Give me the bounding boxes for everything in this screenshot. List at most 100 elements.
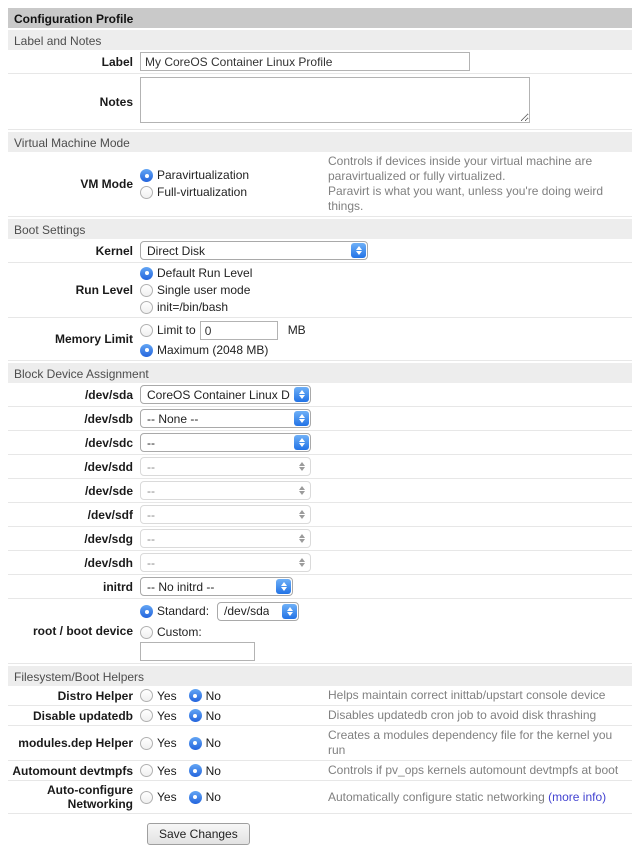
section-label-and-notes: Label and Notes [8, 30, 632, 50]
vm-mode-help-line1: Controls if devices inside your virtual … [328, 154, 632, 184]
sdb-select[interactable]: -- None -- [140, 409, 311, 428]
select-stepper-icon [294, 387, 309, 402]
radio-modules-dep-no[interactable] [189, 737, 202, 750]
initrd-select[interactable]: -- No initrd -- [140, 577, 293, 596]
device-row-sdg: /dev/sdg -- [8, 527, 632, 551]
disable-updatedb-help: Disables updatedb cron job to avoid disk… [328, 708, 632, 723]
run-level-option-single-user[interactable]: Single user mode [140, 282, 632, 298]
sdh-select[interactable]: -- [140, 553, 311, 572]
radio-automount-yes[interactable] [140, 764, 153, 777]
select-stepper-icon [294, 507, 309, 522]
root-boot-device-label: root / boot device [8, 624, 140, 638]
yes-label: Yes [157, 790, 177, 804]
device-label: /dev/sdc [8, 436, 140, 450]
disable-updatedb-row: Disable updatedb Yes No Disables updated… [8, 706, 632, 726]
radio-standard[interactable] [140, 605, 153, 618]
memory-limit-option-maximum[interactable]: Maximum (2048 MB) [140, 342, 632, 358]
kernel-row: Kernel Direct Disk [8, 239, 632, 263]
radio-distro-helper-yes[interactable] [140, 689, 153, 702]
section-boot-settings: Boot Settings [8, 219, 632, 239]
device-row-sdb: /dev/sdb -- None -- [8, 407, 632, 431]
save-changes-button[interactable]: Save Changes [147, 823, 250, 845]
sdg-select[interactable]: -- [140, 529, 311, 548]
run-level-option-label: Default Run Level [157, 266, 252, 281]
distro-helper-label: Distro Helper [8, 689, 140, 703]
radio-init-bin-bash[interactable] [140, 301, 153, 314]
vm-mode-option-full-virtualization[interactable]: Full-virtualization [140, 185, 328, 201]
distro-helper-help: Helps maintain correct inittab/upstart c… [328, 688, 632, 703]
device-label: /dev/sdd [8, 460, 140, 474]
root-option-standard[interactable]: Standard: /dev/sda [140, 601, 632, 622]
radio-default-run-level[interactable] [140, 267, 153, 280]
radio-custom[interactable] [140, 626, 153, 639]
automount-devtmpfs-row: Automount devtmpfs Yes No Controls if pv… [8, 761, 632, 781]
radio-auto-configure-no[interactable] [189, 791, 202, 804]
run-level-option-default[interactable]: Default Run Level [140, 265, 632, 281]
kernel-label: Kernel [8, 244, 140, 258]
configuration-profile-form: Configuration Profile Label and Notes La… [8, 8, 632, 854]
memory-limit-row: Memory Limit Limit to MB Maximum (2048 M… [8, 318, 632, 361]
vm-mode-help-line2: Paravirt is what you want, unless you're… [328, 184, 632, 214]
radio-disable-updatedb-no[interactable] [189, 709, 202, 722]
memory-limit-label: Memory Limit [8, 332, 140, 346]
device-row-sdf: /dev/sdf -- [8, 503, 632, 527]
sdc-select-value: -- [147, 436, 155, 450]
sdf-select-value: -- [147, 508, 155, 522]
standard-device-select[interactable]: /dev/sda [217, 602, 299, 621]
device-label: /dev/sdf [8, 508, 140, 522]
modules-dep-helper-help: Creates a modules dependency file for th… [328, 728, 632, 758]
device-row-sde: /dev/sde -- [8, 479, 632, 503]
radio-maximum[interactable] [140, 344, 153, 357]
radio-paravirtualization[interactable] [140, 169, 153, 182]
select-stepper-icon [294, 459, 309, 474]
sde-select[interactable]: -- [140, 481, 311, 500]
initrd-select-value: -- No initrd -- [147, 580, 214, 594]
kernel-select[interactable]: Direct Disk [140, 241, 368, 260]
radio-auto-configure-yes[interactable] [140, 791, 153, 804]
sda-select[interactable]: CoreOS Container Linux Disk [140, 385, 311, 404]
root-option-custom[interactable]: Custom: [140, 624, 632, 640]
sdc-select[interactable]: -- [140, 433, 311, 452]
label-input[interactable] [140, 52, 470, 71]
run-level-option-init-bash[interactable]: init=/bin/bash [140, 299, 632, 315]
sdd-select[interactable]: -- [140, 457, 311, 476]
yes-label: Yes [157, 736, 177, 750]
disable-updatedb-label: Disable updatedb [8, 709, 140, 723]
radio-disable-updatedb-yes[interactable] [140, 709, 153, 722]
save-row: Save Changes [8, 814, 632, 854]
device-row-sdh: /dev/sdh -- [8, 551, 632, 575]
section-block-device-assignment: Block Device Assignment [8, 363, 632, 383]
notes-field-label: Notes [8, 95, 140, 109]
section-filesystem-boot-helpers: Filesystem/Boot Helpers [8, 666, 632, 686]
custom-root-input[interactable] [140, 642, 255, 661]
distro-helper-row: Distro Helper Yes No Helps maintain corr… [8, 686, 632, 706]
radio-modules-dep-yes[interactable] [140, 737, 153, 750]
notes-textarea[interactable] [140, 77, 530, 123]
radio-distro-helper-no[interactable] [189, 689, 202, 702]
automount-devtmpfs-help: Controls if pv_ops kernels automount dev… [328, 763, 632, 778]
device-label: /dev/sda [8, 388, 140, 402]
radio-single-user-mode[interactable] [140, 284, 153, 297]
radio-limit-to[interactable] [140, 324, 153, 337]
standard-label: Standard: [157, 604, 209, 619]
memory-limit-option-limit[interactable]: Limit to MB [140, 320, 632, 341]
vm-mode-option-paravirtualization[interactable]: Paravirtualization [140, 168, 328, 184]
select-stepper-icon [294, 483, 309, 498]
sdd-select-value: -- [147, 460, 155, 474]
sde-select-value: -- [147, 484, 155, 498]
select-stepper-icon [282, 604, 297, 619]
vm-mode-help: Controls if devices inside your virtual … [328, 154, 632, 214]
vm-option-label: Paravirtualization [157, 168, 249, 183]
auto-configure-networking-label: Auto-configure Networking [8, 783, 140, 811]
yes-label: Yes [157, 709, 177, 723]
memory-unit-label: MB [288, 323, 306, 338]
select-stepper-icon [294, 411, 309, 426]
maximum-label: Maximum (2048 MB) [157, 343, 268, 358]
more-info-link[interactable]: (more info) [548, 790, 606, 804]
memory-limit-input[interactable] [200, 321, 278, 340]
modules-dep-helper-row: modules.dep Helper Yes No Creates a modu… [8, 726, 632, 761]
sdf-select[interactable]: -- [140, 505, 311, 524]
radio-automount-no[interactable] [189, 764, 202, 777]
no-label: No [206, 764, 221, 778]
radio-full-virtualization[interactable] [140, 186, 153, 199]
